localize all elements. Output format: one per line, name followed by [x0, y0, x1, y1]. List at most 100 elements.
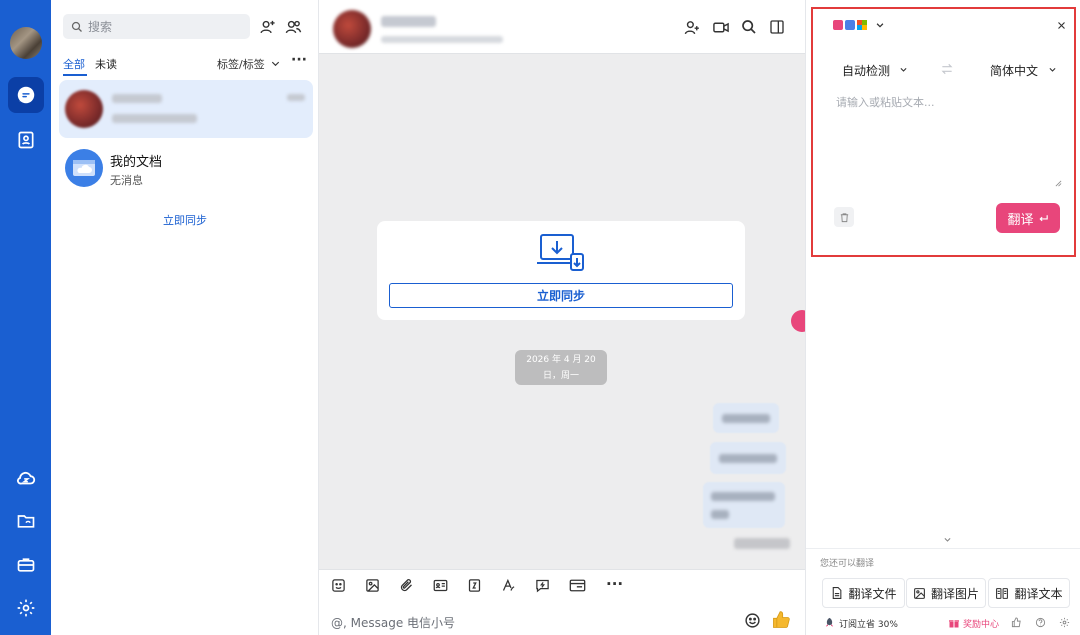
chat-pane: 立即同步 2026 年 4 月 20 日，周一 ··· @, Message 电…	[319, 0, 813, 635]
conversation-list-panel: 搜索 全部 未读 标签/标签 ··· 我的文档 无消息 立即同步	[51, 0, 319, 635]
composer-toolbar: ···	[319, 569, 805, 601]
cloud-icon	[16, 471, 36, 485]
sync-now-button[interactable]: 立即同步	[389, 283, 733, 308]
conversation-time-blurred	[287, 94, 305, 101]
message-composer[interactable]: @, Message 电信小号	[319, 601, 805, 635]
cloud-nav-button[interactable]	[8, 460, 44, 496]
date-divider: 2026 年 4 月 20 日，周一	[515, 350, 607, 385]
create-group-icon[interactable]	[285, 18, 302, 35]
conversation-avatar	[65, 90, 103, 128]
add-contact-icon[interactable]	[259, 18, 276, 35]
settings-icon[interactable]	[1059, 617, 1070, 628]
resize-handle-icon[interactable]	[1055, 180, 1062, 187]
close-icon[interactable]	[1057, 21, 1066, 30]
source-language-dropdown[interactable]: 自动检测	[842, 62, 890, 79]
conversation-item[interactable]	[59, 80, 313, 138]
enter-key-icon	[1038, 214, 1048, 221]
search-icon	[71, 21, 82, 32]
chevron-down-icon	[876, 23, 884, 28]
conversation-avatar	[65, 149, 103, 187]
help-icon[interactable]	[1035, 617, 1046, 628]
conversation-item-my-documents[interactable]: 我的文档 无消息	[59, 139, 313, 197]
contact-card-icon[interactable]	[433, 578, 448, 593]
conversation-preview-blurred	[112, 114, 197, 123]
active-tab-indicator	[63, 74, 87, 76]
attachment-icon[interactable]	[399, 578, 414, 593]
conversation-title-blurred	[112, 94, 162, 103]
contacts-icon	[18, 131, 34, 149]
translate-file-button[interactable]: 翻译文件	[822, 578, 905, 608]
file-icon	[833, 587, 842, 599]
chevron-down-icon	[1049, 67, 1056, 72]
provider-logo-3-icon	[857, 20, 867, 30]
sync-now-link[interactable]: 立即同步	[51, 212, 319, 228]
subscribe-discount-link[interactable]: 订阅立省 30%	[839, 617, 898, 630]
chat-header	[319, 0, 805, 54]
date-line-1: 2026 年 4 月 20	[526, 355, 596, 365]
rocket-icon	[825, 617, 834, 627]
card-message-icon[interactable]	[569, 578, 586, 593]
more-tools-icon[interactable]: ···	[606, 575, 623, 593]
gift-icon	[949, 620, 959, 628]
sync-prompt-card: 立即同步	[377, 221, 745, 320]
message-bubble[interactable]	[703, 482, 785, 528]
chevron-down-icon	[900, 67, 907, 72]
chat-nav-button[interactable]	[8, 77, 44, 113]
add-member-icon[interactable]	[684, 19, 701, 36]
user-avatar[interactable]	[10, 27, 42, 59]
cloud-folder-icon	[73, 160, 95, 176]
trash-icon	[840, 212, 848, 222]
emoji-sticker-icon[interactable]	[331, 578, 346, 593]
chat-icon	[17, 86, 35, 104]
chevron-down-icon[interactable]	[943, 535, 952, 544]
tab-all[interactable]: 全部	[63, 56, 85, 72]
quick-reply-icon[interactable]	[535, 578, 550, 593]
clear-text-button[interactable]	[834, 207, 854, 227]
video-call-icon[interactable]	[712, 19, 730, 36]
conversation-title: 我的文档	[110, 155, 163, 170]
search-input[interactable]: 搜索	[63, 14, 250, 39]
message-bubble[interactable]	[713, 403, 779, 433]
translator-footer: 订阅立省 30% 奖励中心	[820, 614, 1075, 632]
translate-provider-selector[interactable]	[833, 20, 885, 30]
chat-avatar[interactable]	[333, 10, 371, 48]
translate-image-button[interactable]: 翻译图片	[906, 578, 986, 608]
emoji-icon[interactable]	[744, 612, 761, 629]
more-options-icon[interactable]: ···	[291, 52, 307, 68]
toolbox-nav-button[interactable]	[8, 547, 44, 583]
provider-logo-2-icon	[845, 20, 855, 30]
app-sidebar	[0, 0, 51, 635]
target-language-dropdown[interactable]: 简体中文	[990, 62, 1038, 79]
side-panel-toggle-icon[interactable]	[769, 19, 785, 35]
settings-nav-button[interactable]	[8, 590, 44, 626]
translate-text-doc-button[interactable]: 翻译文本	[988, 578, 1070, 608]
search-placeholder: 搜索	[88, 20, 113, 34]
search-icon[interactable]	[741, 19, 757, 35]
divider	[806, 548, 1080, 549]
laptop-download-icon	[537, 234, 584, 271]
message-bubble[interactable]	[710, 442, 786, 474]
contacts-nav-button[interactable]	[8, 122, 44, 158]
files-nav-button[interactable]	[8, 503, 44, 539]
gear-icon	[17, 599, 35, 617]
image-icon[interactable]	[365, 578, 380, 593]
language-selector-row: 自动检测 简体中文	[826, 50, 1062, 86]
image-icon	[914, 587, 925, 599]
thumbs-up-icon[interactable]	[771, 610, 791, 630]
translate-button[interactable]: 翻译	[996, 203, 1060, 233]
provider-logo-1-icon	[833, 20, 843, 30]
date-line-2: 日，周一	[542, 371, 579, 381]
swap-languages-icon[interactable]	[940, 62, 954, 76]
tag-filter-dropdown[interactable]: 标签/标签	[217, 56, 265, 72]
text-doc-icon	[996, 587, 1009, 599]
translate-text-input[interactable]: 请输入或粘贴文本...	[826, 86, 1064, 190]
text-format-icon[interactable]	[501, 578, 516, 593]
chevron-down-icon[interactable]	[270, 58, 281, 69]
conversation-subtitle: 无消息	[110, 174, 143, 187]
briefcase-icon	[17, 558, 35, 572]
chat-title-blurred	[381, 16, 436, 27]
zip-file-icon[interactable]	[467, 578, 482, 593]
rewards-center-link[interactable]: 奖励中心	[963, 617, 999, 630]
thumbs-up-icon[interactable]	[1011, 617, 1022, 628]
tab-unread[interactable]: 未读	[95, 56, 117, 72]
